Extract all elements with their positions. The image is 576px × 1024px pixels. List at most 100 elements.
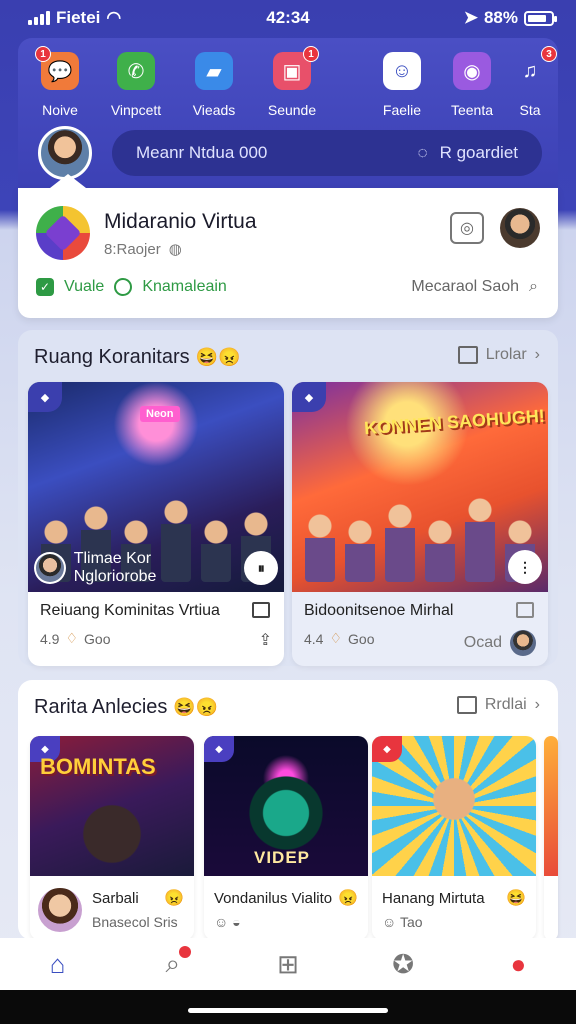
chat-icon: 💬 1 — [35, 46, 79, 90]
edit-icon — [456, 696, 477, 714]
profile-subtitle: 8:Raojer ◍ — [104, 240, 182, 259]
card-overlay: ⋮ — [298, 550, 542, 584]
card-title: Vondanilus Vialito — [214, 890, 333, 907]
app-header: 💬 1 Noive ✆ Vinpcett ▰ Vieads ▣ 1 Seunde ☺… — [18, 38, 558, 188]
camera-icon: ◎ — [460, 220, 474, 237]
heart-logo-icon — [36, 206, 90, 260]
activity-card-peek[interactable] — [544, 736, 558, 940]
phone-icon: ✆ — [117, 52, 155, 90]
section-title: Ruang Koranitars 😆😠 — [34, 346, 241, 368]
community-card[interactable]: ◆ KONNEN SAOHUGH! ⋮ Bidoonitsenoe Mirhal… — [292, 382, 548, 666]
options-button[interactable]: ⏸ — [244, 551, 278, 585]
app-seunde[interactable]: ▣ 1 Seunde — [256, 46, 328, 118]
card-title: Sarbali — [92, 890, 139, 907]
app-noive[interactable]: 💬 1 Noive — [24, 46, 96, 118]
location-icon: ➤ — [463, 8, 478, 27]
game-icon: ◉ — [453, 52, 491, 90]
status-bar: Fietei ◠ 42:34 ➤ 88% — [0, 0, 576, 36]
app-vieads[interactable]: ▰ Vieads — [178, 52, 250, 118]
live-badge: ◆ — [204, 736, 234, 762]
bottom-navigation: ⌂ ⌕ ⊞ ✪ ● — [0, 938, 576, 990]
app-shortcuts: 💬 1 Noive ✆ Vinpcett ▰ Vieads ▣ 1 Seunde ☺… — [18, 46, 558, 122]
profile-card: Midaranio Virtua 8:Raojer ◍ ◎ ✓ Vuale Kn… — [18, 174, 558, 318]
profile-links: ✓ Vuale Knamaleain — [36, 278, 227, 296]
live-badge: ◆ — [28, 382, 62, 412]
chevron-right-icon: › — [534, 696, 540, 713]
community-card[interactable]: ◆ Neon Tlimae Kor Ngloriorobe ⏸ Reiuang … — [28, 382, 284, 666]
card-title: Bidoonitsenoe Mirhal — [304, 602, 454, 619]
image-icon: ▣ 1 — [273, 46, 319, 90]
card-notch — [50, 174, 86, 188]
profile-icon: ☺ — [383, 52, 421, 90]
chat-bubble-icon: ◌ — [417, 143, 428, 162]
see-more-link[interactable]: Rrdlai › — [456, 696, 540, 714]
user-avatar[interactable] — [38, 126, 92, 180]
battery-icon — [524, 10, 557, 26]
emoji-icons: 😆😠 — [195, 347, 241, 367]
card-image: ◆ BOMINTAS — [30, 736, 194, 876]
neon-sign: Neon — [140, 406, 180, 422]
section-title: Rarita Anlecies 😆😠 — [34, 696, 219, 718]
search-action[interactable]: R goardiet — [440, 143, 518, 163]
video-icon: ▰ — [195, 52, 233, 90]
search-bar[interactable]: Meanr Ntdua 000 ◌ R goardiet — [112, 130, 542, 176]
author-avatar — [510, 630, 536, 656]
info-icon: ◍ — [168, 241, 182, 258]
edit-icon — [457, 346, 478, 364]
bookmark-icon[interactable] — [516, 602, 534, 618]
see-more-link[interactable]: Lrolar › — [457, 346, 540, 364]
profile-name: Midaranio Virtua — [104, 210, 257, 233]
check-icon: ✓ — [36, 278, 54, 296]
link-vuale[interactable]: Vuale — [64, 278, 104, 296]
card-image: ◆ KONNEN SAOHUGH! ⋮ — [292, 382, 548, 592]
nav-grid-icon[interactable]: ⊞ — [268, 944, 308, 984]
profile-avatar[interactable] — [500, 208, 540, 248]
activity-card[interactable]: ◆ Hanang Mirtuta ☺ Tao 😆 — [372, 736, 536, 940]
music-icon: ♫ 3 — [511, 46, 557, 90]
link-knamaleain[interactable]: Knamaleain — [142, 278, 227, 296]
share-icon[interactable]: ⇪ — [259, 630, 272, 650]
live-badge: ◆ — [372, 736, 402, 762]
host-avatar — [34, 552, 66, 584]
search-icon: ⌕ — [529, 278, 538, 295]
system-bar — [0, 990, 576, 1024]
activity-card[interactable]: ◆ BOMINTAS Sarbali Bnasecol Sris 😠 — [30, 736, 194, 940]
app-vinpcett[interactable]: ✆ Vinpcett — [100, 52, 172, 118]
app-faelie[interactable]: ☺ Faelie — [366, 52, 438, 118]
card-image: ◆ VIDEP — [204, 736, 368, 876]
nav-search-icon[interactable]: ⌕ — [153, 944, 193, 984]
reaction-icon[interactable]: 😆 — [506, 888, 526, 908]
reaction-icon[interactable]: 😠 — [338, 888, 358, 908]
reaction-icon[interactable]: 😠 — [164, 888, 184, 908]
search-text: Meanr Ntdua 000 — [136, 143, 268, 162]
activities-section: Rarita Anlecies 😆😠 Rrdlai › ◆ BOMINTAS S… — [18, 680, 558, 940]
card-title: Hanang Mirtuta — [382, 890, 485, 907]
profile-search[interactable]: Mecaraol Saoh ⌕ — [411, 278, 538, 296]
bookmark-icon[interactable] — [252, 602, 270, 618]
live-badge: ◆ — [292, 382, 326, 412]
chevron-right-icon: › — [534, 346, 540, 363]
nav-badge-icon[interactable]: ✪ — [383, 944, 423, 984]
card-subtitle: Bnasecol Sris — [92, 914, 178, 930]
activity-card[interactable]: ◆ VIDEP Vondanilus Vialito ☺ ◒ 😠 — [204, 736, 368, 940]
camera-button[interactable]: ◎ — [450, 212, 484, 244]
host-avatar — [36, 886, 84, 934]
nav-profile-icon[interactable]: ● — [498, 944, 538, 984]
card-image: ◆ Neon Tlimae Kor Ngloriorobe ⏸ — [28, 382, 284, 592]
home-indicator[interactable] — [188, 1008, 388, 1013]
nav-home-icon[interactable]: ⌂ — [38, 944, 78, 984]
ring-icon — [114, 278, 133, 296]
more-options-button[interactable]: ⋮ — [508, 550, 542, 584]
card-meta: 4.9 ♢ Goo — [40, 630, 111, 647]
card-overlay: Tlimae Kor Ngloriorobe ⏸ — [34, 550, 278, 586]
card-meta: ☺ Tao — [382, 914, 423, 930]
emoji-icons: 😆😠 — [173, 697, 219, 717]
app-sta[interactable]: ♫ 3 Sta — [494, 46, 566, 118]
card-title: Reiuang Kominitas Vrtiua — [40, 602, 220, 619]
battery-percent: 88% — [483, 8, 518, 27]
card-meta: ☺ ◒ — [214, 914, 241, 930]
banner-text: KONNEN SAOHUGH! — [363, 405, 546, 439]
card-author[interactable]: Ocad — [464, 630, 536, 656]
card-image: ◆ — [372, 736, 536, 876]
community-section: Ruang Koranitars 😆😠 Lrolar › ◆ Neon Tlim… — [18, 330, 558, 666]
